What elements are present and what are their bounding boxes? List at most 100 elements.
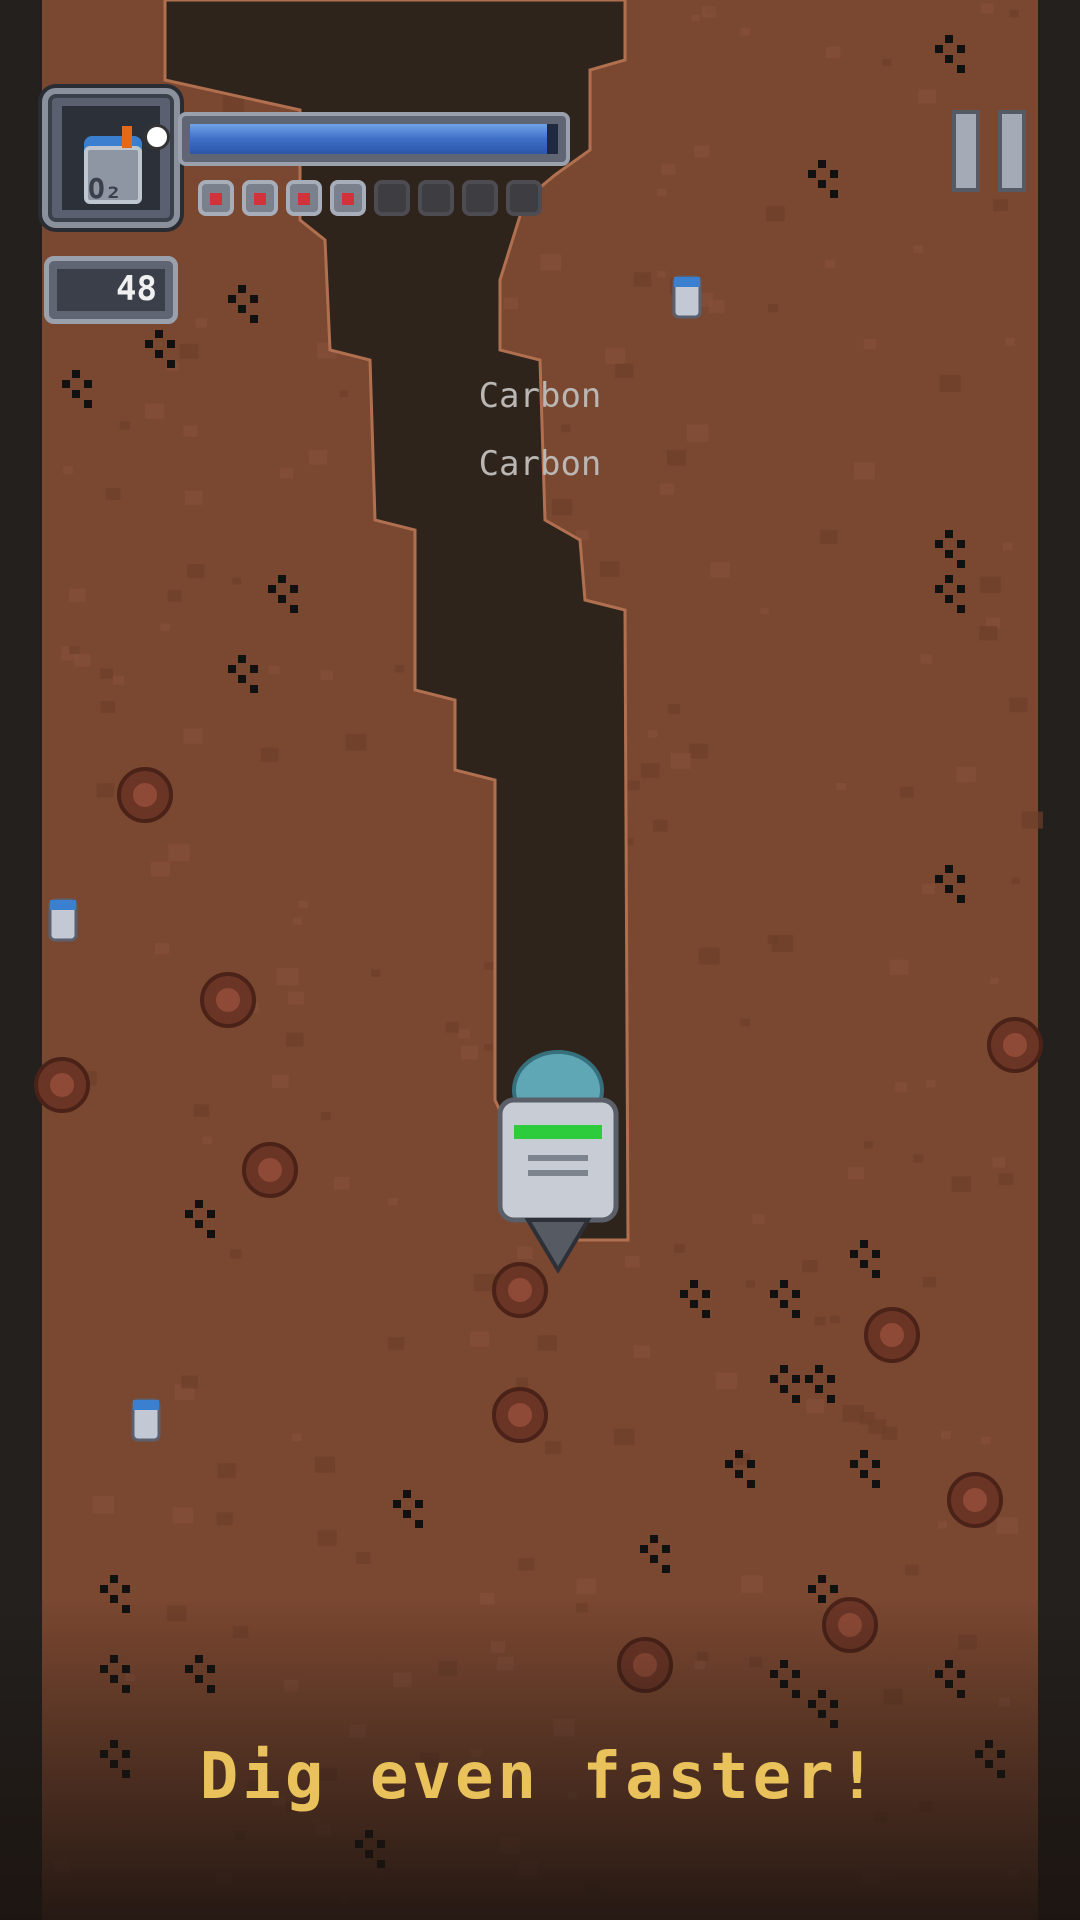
- dirt-speckle: [516, 1377, 529, 1388]
- dirt-speckle: [334, 1176, 350, 1190]
- dirt-speckle: [291, 1433, 302, 1442]
- rock-core: [1003, 1033, 1027, 1057]
- dirt-speckle: [659, 483, 675, 495]
- dirt-speckle: [119, 421, 130, 430]
- dirt-speckle: [740, 1018, 750, 1027]
- dirt-speckle: [918, 89, 936, 104]
- dirt-speckle: [484, 962, 494, 970]
- dirt-speckle: [613, 1428, 635, 1446]
- dirt-speckle: [287, 991, 304, 1005]
- dirt-speckle: [689, 743, 708, 759]
- dirt-speckle: [913, 1154, 924, 1163]
- dirt-speckle: [1009, 697, 1028, 713]
- dirt-speckle: [900, 786, 914, 798]
- charge-pip-empty: [462, 180, 498, 216]
- robot-vent: [528, 1155, 588, 1161]
- rock-core: [50, 1073, 74, 1097]
- pressure-gauge-icon: [144, 124, 170, 150]
- hint-banner: Dig even faster!: [199, 1740, 881, 1814]
- dirt-speckle: [68, 588, 86, 602]
- dirt-speckle: [517, 1246, 533, 1259]
- dirt-speckle: [216, 1512, 233, 1526]
- dirt-speckle: [926, 1079, 936, 1088]
- dirt-speckle: [920, 654, 933, 664]
- dirt-speckle: [388, 1337, 405, 1350]
- dirt-speckle: [806, 1399, 825, 1414]
- dirt-speckle: [842, 1404, 864, 1422]
- dirt-speckle: [768, 304, 779, 313]
- charge-pip-empty: [418, 180, 454, 216]
- dirt-speckle: [904, 1564, 919, 1576]
- dirt-speckle: [394, 665, 404, 673]
- dirt-speckle: [941, 1431, 952, 1440]
- dirt-speckle: [1005, 337, 1015, 346]
- dirt-speckle: [605, 348, 625, 364]
- dirt-speckle: [232, 577, 242, 585]
- dirt-speckle: [701, 5, 717, 18]
- oxygen-meter-fill: [190, 124, 547, 154]
- dirt-speckle: [820, 530, 838, 545]
- dirt-speckle: [868, 1419, 887, 1434]
- pause-icon: [952, 110, 980, 192]
- dirt-speckle: [540, 254, 562, 271]
- dirt-speckle: [633, 272, 652, 287]
- dirt-speckle: [825, 46, 841, 59]
- dirt-speckle: [503, 297, 519, 310]
- dirt-speckle: [484, 1044, 493, 1051]
- dirt-speckle: [96, 783, 115, 798]
- dirt-speckle: [298, 900, 308, 909]
- dirt-speckle: [633, 1345, 650, 1359]
- oxygen-canister-cap: [133, 1400, 159, 1410]
- dirt-speckle: [1002, 542, 1013, 551]
- charge-pip-full: [198, 180, 234, 216]
- game-screen[interactable]: O₂ 48 Carbon Carbon Dig even faster!: [0, 0, 1080, 1920]
- charge-pip-full: [286, 180, 322, 216]
- dirt-speckle: [600, 561, 620, 577]
- dirt-speckle: [830, 1315, 840, 1324]
- dirt-speckle: [740, 27, 751, 36]
- dirt-speckle: [168, 844, 190, 862]
- dirt-speckle: [951, 1176, 971, 1192]
- dirt-speckle: [183, 728, 203, 744]
- pause-icon: [998, 110, 1026, 192]
- pause-button[interactable]: [952, 110, 1026, 192]
- dirt-speckle: [746, 1280, 756, 1288]
- dirt-speckle: [576, 1578, 597, 1595]
- rock-core: [508, 1278, 532, 1302]
- dirt-speckle: [674, 1244, 685, 1253]
- dirt-speckle: [661, 164, 676, 175]
- dirt-speckle: [998, 1173, 1014, 1186]
- dirt-speckle: [922, 1276, 936, 1288]
- dirt-speckle: [160, 623, 170, 631]
- dirt-speckle: [993, 199, 1009, 212]
- charge-pip-full: [242, 180, 278, 216]
- dirt-speckle: [802, 1260, 818, 1273]
- depth-value: 48: [116, 269, 157, 309]
- dirt-speckle: [112, 675, 125, 685]
- dirt-speckle: [882, 59, 892, 66]
- rock-core: [963, 1488, 987, 1512]
- dirt-speckle: [445, 1022, 459, 1033]
- dirt-speckle: [260, 747, 279, 762]
- dirt-speckle: [167, 590, 182, 602]
- rock-core: [508, 1403, 532, 1427]
- dirt-speckle: [371, 969, 381, 977]
- dirt-speckle: [92, 1496, 115, 1514]
- dirt-speckle: [285, 1032, 304, 1047]
- charge-pip-full: [330, 180, 366, 216]
- dirt-speckle: [345, 733, 367, 751]
- mined-ore-label: Carbon: [478, 444, 602, 484]
- dirt-speckle: [544, 1441, 562, 1455]
- dirt-speckle: [694, 145, 710, 158]
- dirt-speckle: [814, 1316, 826, 1326]
- charge-pip-empty: [506, 180, 542, 216]
- depth-counter: 48: [44, 256, 178, 324]
- dirt-speckle: [1021, 811, 1044, 829]
- dirt-speckle: [864, 1141, 873, 1149]
- dirt-speckle: [698, 947, 720, 965]
- oxygen-tank-icon: O₂: [42, 88, 180, 228]
- charge-pip-empty: [374, 180, 410, 216]
- dirt-speckle: [172, 1507, 194, 1524]
- drill-charges: [198, 180, 542, 220]
- dirt-speckle: [981, 1436, 991, 1445]
